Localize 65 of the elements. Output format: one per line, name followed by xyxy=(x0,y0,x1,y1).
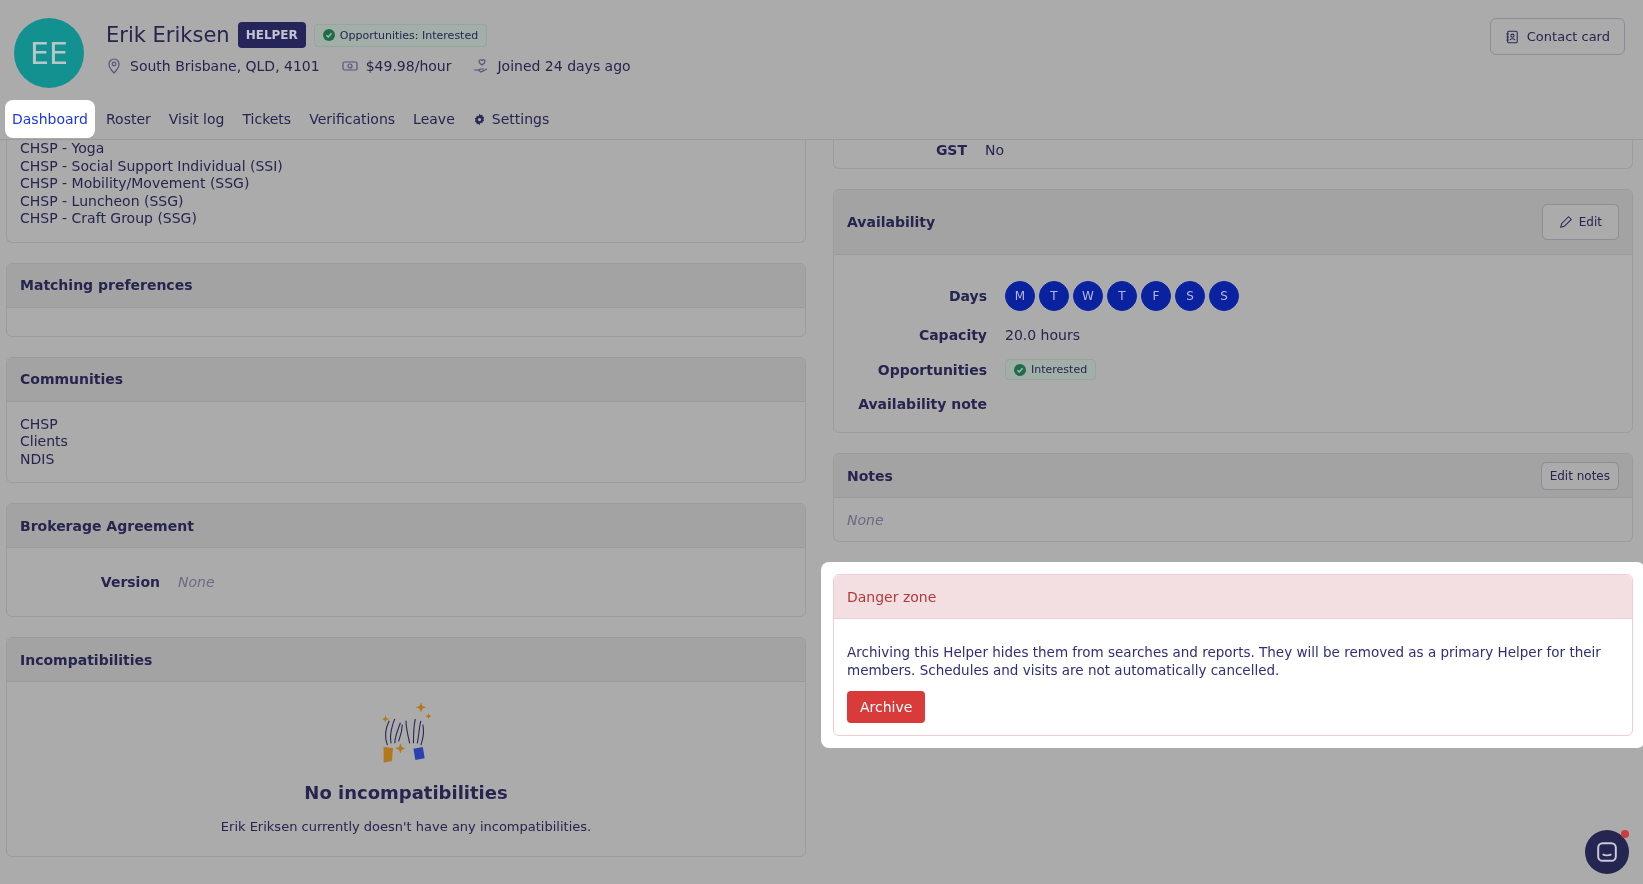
notes-text: None xyxy=(847,512,884,528)
field-value: 20.0 hours xyxy=(1005,327,1081,343)
chat-icon xyxy=(1596,841,1618,863)
rate-text: $49.98/hour xyxy=(365,58,452,74)
hand-heart-icon xyxy=(473,58,490,74)
location-text: South Brisbane, QLD, 4101 xyxy=(130,58,320,74)
avatar: EE xyxy=(14,18,84,88)
edit-button[interactable]: Edit xyxy=(1541,204,1619,240)
status-text: Interested xyxy=(1031,363,1088,376)
nav-tab[interactable]: Visit log xyxy=(161,100,232,138)
card-title: Communities xyxy=(20,371,124,387)
day-chip: S xyxy=(1209,281,1239,311)
field-label: Version xyxy=(99,574,160,590)
card-title: Brokerage Agreement xyxy=(20,517,194,534)
day-chip: S xyxy=(1175,281,1205,311)
empty-state-message: Erik Eriksen currently doesn't have any incompatibilities. xyxy=(220,819,592,834)
pencil-icon xyxy=(1558,215,1573,229)
field-value: None xyxy=(178,574,215,590)
list-item: CHSP - Social Support Individual (SSI) xyxy=(20,157,284,175)
card-title: Danger zone xyxy=(847,588,937,605)
status-text: Opportunities: Interested xyxy=(339,28,479,42)
empty-state-heading: No incompatibilities xyxy=(304,782,508,803)
field-label: Capacity xyxy=(917,327,987,343)
role-badge: HELPER xyxy=(237,22,306,48)
list-item: CHSP - Craft Group (SSG) xyxy=(20,210,198,228)
card-title: Matching preferences xyxy=(20,277,193,293)
nav-tab[interactable]: Tickets xyxy=(235,100,299,138)
settings-icon xyxy=(472,112,486,126)
card-title: Availability xyxy=(847,214,936,230)
day-chip: W xyxy=(1073,281,1103,311)
field-label: Availability note xyxy=(857,396,987,412)
joined-text: Joined 24 days ago xyxy=(497,58,631,74)
archive-button[interactable]: Archive xyxy=(847,691,926,723)
field-label: GST xyxy=(934,142,967,158)
chat-button[interactable] xyxy=(1585,830,1629,874)
card-title: Notes xyxy=(847,467,893,484)
field-value: No xyxy=(985,142,1005,158)
list-item: Clients xyxy=(20,433,69,451)
notification-dot xyxy=(1621,830,1629,838)
list-item: CHSP - Yoga xyxy=(20,140,106,158)
day-chip: T xyxy=(1107,281,1137,311)
day-chip: F xyxy=(1141,281,1171,311)
card-title: Incompatibilities xyxy=(20,651,153,668)
danger-message: Archiving this Helper hides them from searches and reports. They will be removed as a primary Helper for their members. Schedules and visits are not automatically cancelled. xyxy=(847,643,1602,679)
nav-tab[interactable]: Dashboard xyxy=(5,100,95,138)
check-icon xyxy=(322,29,335,41)
nav-tab[interactable]: Roster xyxy=(98,100,158,138)
list-item: CHSP xyxy=(20,415,59,433)
banknote-icon xyxy=(341,58,358,74)
list-item: NDIS xyxy=(20,450,56,468)
nav-tab[interactable]: Verifications xyxy=(302,100,403,138)
field-label: Days xyxy=(947,288,987,304)
nav-tab[interactable]: Leave xyxy=(406,100,462,138)
field-label: Opportunities xyxy=(876,361,987,378)
nav-tab[interactable]: Settings xyxy=(465,100,557,138)
check-icon xyxy=(1014,363,1026,376)
day-chip: T xyxy=(1039,281,1069,311)
helper-name: Erik Eriksen xyxy=(106,23,230,47)
contact-card-button[interactable]: Contact card xyxy=(1489,18,1625,55)
contact-book-icon xyxy=(1504,29,1519,44)
location-pin-icon xyxy=(106,58,122,74)
day-chip: M xyxy=(1005,281,1035,311)
list-item: CHSP - Mobility/Movement (SSG) xyxy=(20,175,251,193)
list-item: CHSP - Luncheon (SSG) xyxy=(20,192,185,210)
edit-notes-button[interactable]: Edit notes xyxy=(1540,461,1619,490)
